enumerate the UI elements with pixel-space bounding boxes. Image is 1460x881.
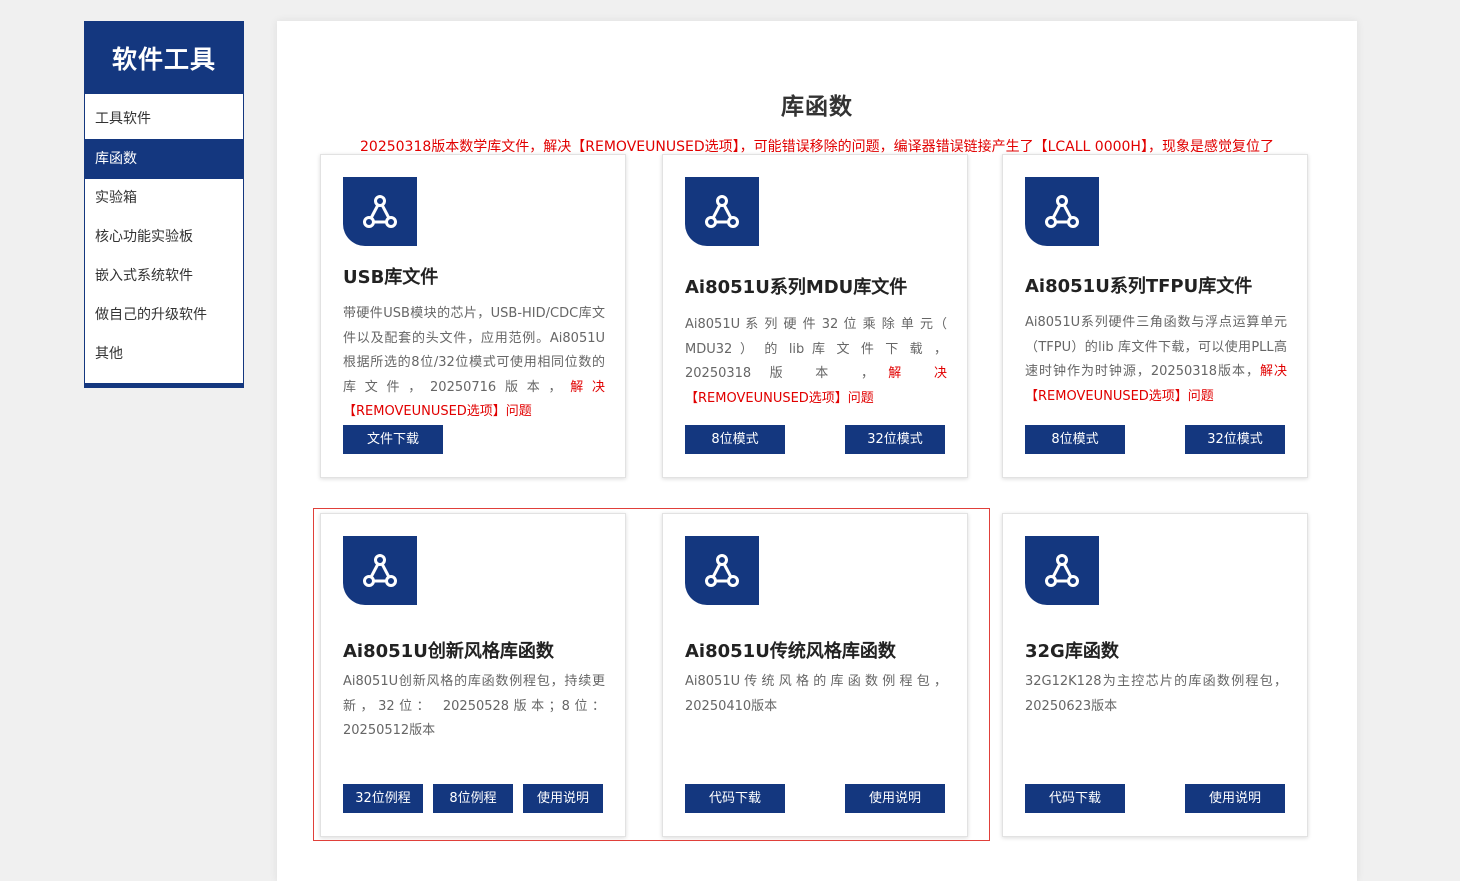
- sidebar-title: 软件工具: [85, 22, 243, 94]
- card-mdu-library: Ai8051U系列MDU库文件 Ai8051U 系 列 硬 件 32 位 乘 除…: [662, 154, 968, 478]
- 8bit-mode-button[interactable]: 8位模式: [1025, 425, 1125, 454]
- usage-guide-button[interactable]: 使用说明: [523, 784, 603, 813]
- 32bit-mode-button[interactable]: 32位模式: [1185, 425, 1285, 454]
- share-network-icon: [343, 177, 417, 246]
- 8bit-mode-button[interactable]: 8位模式: [685, 425, 785, 454]
- card-desc-text: 带硬件USB模块的芯片，USB-HID/CDC库文件以及配套的头文件，应用范例。…: [343, 306, 605, 395]
- share-network-icon: [1025, 536, 1099, 605]
- card-description: Ai8051U系列硬件三角函数与浮点运算单元（TFPU）的lib 库文件下载，可…: [1025, 311, 1287, 409]
- sidebar-item-experiment-box[interactable]: 实验箱: [85, 179, 243, 218]
- card-description: Ai8051U 系 列 硬 件 32 位 乘 除 单 元（ MDU32 ） 的 …: [685, 313, 947, 411]
- card-description: 带硬件USB模块的芯片，USB-HID/CDC库文件以及配套的头文件，应用范例。…: [343, 302, 605, 425]
- card-desc-text: 32G12K128为主控芯片的库函数例程包，20250623版本: [1025, 674, 1287, 714]
- sidebar-menu: 工具软件 库函数 实验箱 核心功能实验板 嵌入式系统软件 做自己的升级软件 其他: [85, 100, 243, 374]
- share-network-icon: [685, 177, 759, 246]
- sidebar: 软件工具 工具软件 库函数 实验箱 核心功能实验板 嵌入式系统软件 做自己的升级…: [84, 21, 244, 388]
- share-network-icon: [685, 536, 759, 605]
- card-title: USB库文件: [343, 267, 439, 288]
- 8bit-examples-button[interactable]: 8位例程: [433, 784, 513, 813]
- card-desc-text: Ai8051U创新风格的库函数例程包，持续更新，32位： 20250528版本；…: [343, 674, 605, 738]
- card-description: Ai8051U 传 统 风 格 的 库 函 数 例 程 包 ，20250410版…: [685, 670, 947, 719]
- share-network-icon: [343, 536, 417, 605]
- 32bit-examples-button[interactable]: 32位例程: [343, 784, 423, 813]
- sidebar-item-embedded-software[interactable]: 嵌入式系统软件: [85, 257, 243, 296]
- sidebar-item-library-functions[interactable]: 库函数: [85, 139, 243, 179]
- sidebar-item-core-board[interactable]: 核心功能实验板: [85, 218, 243, 257]
- card-usb-library: USB库文件 带硬件USB模块的芯片，USB-HID/CDC库文件以及配套的头文…: [320, 154, 626, 478]
- card-traditional-library: Ai8051U传统风格库函数 Ai8051U 传 统 风 格 的 库 函 数 例…: [662, 513, 968, 837]
- code-download-button[interactable]: 代码下载: [685, 784, 785, 813]
- share-network-icon: [1025, 177, 1099, 246]
- notice-text: 20250318版本数学库文件，解决【REMOVEUNUSED选项】，可能错误移…: [360, 139, 1274, 155]
- sidebar-item-other[interactable]: 其他: [85, 335, 243, 374]
- card-title: Ai8051U传统风格库函数: [685, 641, 896, 662]
- card-description: Ai8051U创新风格的库函数例程包，持续更新，32位： 20250528版本；…: [343, 670, 605, 744]
- sidebar-item-upgrade-software[interactable]: 做自己的升级软件: [85, 296, 243, 335]
- card-tfpu-library: Ai8051U系列TFPU库文件 Ai8051U系列硬件三角函数与浮点运算单元（…: [1002, 154, 1308, 478]
- card-title: 32G库函数: [1025, 641, 1119, 662]
- sidebar-item-tool-software[interactable]: 工具软件: [85, 100, 243, 139]
- file-download-button[interactable]: 文件下载: [343, 425, 443, 454]
- card-innovative-library: Ai8051U创新风格库函数 Ai8051U创新风格的库函数例程包，持续更新，3…: [320, 513, 626, 837]
- 32bit-mode-button[interactable]: 32位模式: [845, 425, 945, 454]
- page-title: 库函数: [781, 94, 853, 120]
- card-description: 32G12K128为主控芯片的库函数例程包，20250623版本: [1025, 670, 1287, 719]
- card-title: Ai8051U系列TFPU库文件: [1025, 276, 1253, 297]
- code-download-button[interactable]: 代码下载: [1025, 784, 1125, 813]
- usage-guide-button[interactable]: 使用说明: [1185, 784, 1285, 813]
- card-title: Ai8051U创新风格库函数: [343, 641, 554, 662]
- card-title: Ai8051U系列MDU库文件: [685, 277, 908, 298]
- card-desc-text: Ai8051U系列硬件三角函数与浮点运算单元（TFPU）的lib 库文件下载，可…: [1025, 315, 1287, 379]
- card-desc-text: Ai8051U 传 统 风 格 的 库 函 数 例 程 包 ，20250410版…: [685, 674, 947, 714]
- usage-guide-button[interactable]: 使用说明: [845, 784, 945, 813]
- card-32g-library: 32G库函数 32G12K128为主控芯片的库函数例程包，20250623版本 …: [1002, 513, 1308, 837]
